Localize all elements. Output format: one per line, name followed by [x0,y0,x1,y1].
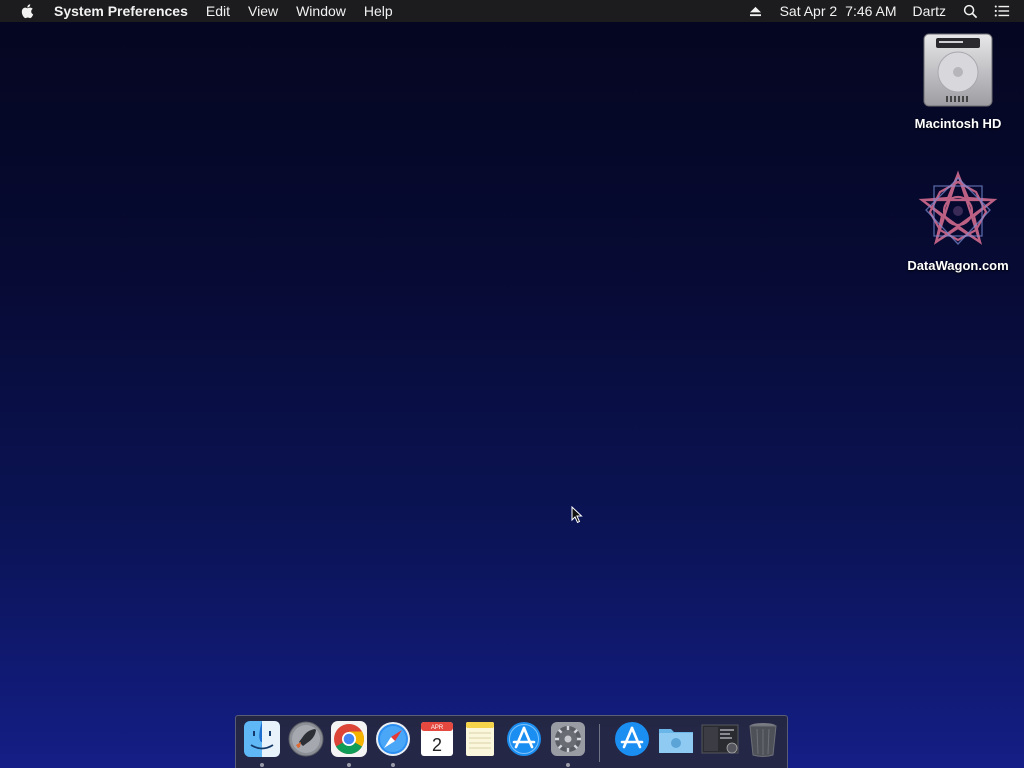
menu-app-name[interactable]: System Preferences [54,0,197,22]
launchpad-icon [288,721,323,757]
dock-item-calendar[interactable]: APR 2 [417,720,457,768]
running-indicator [260,763,264,767]
menu-view[interactable]: View [239,0,287,22]
menu-bar-left: System Preferences Edit View Window Help [0,0,740,22]
menu-date[interactable]: Sat Apr 2 [772,0,846,22]
hard-drive-icon [923,33,993,107]
dock-item-screenshot[interactable] [700,720,740,768]
apple-menu-icon[interactable] [20,3,36,19]
screenshot-thumbnail-icon [701,724,739,754]
finder-icon [243,721,280,757]
dock-item-trash[interactable] [743,720,783,768]
dock-item-finder[interactable] [242,720,282,768]
menu-window[interactable]: Window [287,0,355,22]
chrome-icon [331,721,368,757]
notification-center-icon[interactable] [994,3,1010,19]
desktop-icon-label: Macintosh HD [914,116,1002,131]
applications-folder-icon [615,722,650,756]
dock-item-safari[interactable] [373,720,413,768]
trash-icon [749,723,777,757]
dock-separator [599,724,601,762]
desktop-icon-label: DataWagon.com [907,258,1009,273]
mouse-pointer-icon [571,505,583,524]
menu-time[interactable]: 7:46 AM [845,0,904,22]
notes-icon [466,722,495,756]
running-indicator [347,763,352,767]
menu-edit[interactable]: Edit [197,0,239,22]
dock-item-chrome[interactable] [329,720,369,768]
menu-bar-right: Sat Apr 2 7:46 AM Dartz [740,0,1024,22]
menu-help[interactable]: Help [355,0,402,22]
menu-bar: System Preferences Edit View Window Help… [0,0,1024,22]
running-indicator [565,763,570,767]
datawagon-disk-icon [918,170,998,245]
dock-item-launchpad[interactable] [286,720,326,768]
dock-item-applications-folder[interactable] [612,720,652,768]
menu-user[interactable]: Dartz [905,0,954,22]
running-indicator [391,763,396,767]
downloads-folder-icon [658,729,693,753]
system-preferences-icon [550,722,585,756]
desktop-icon-macintosh-hd[interactable]: Macintosh HD [898,30,1018,131]
safari-icon [375,722,410,756]
app-store-icon [506,722,541,756]
eject-icon[interactable] [748,3,764,19]
calendar-month: APR [430,725,443,731]
dock-item-app-store[interactable] [504,720,544,768]
dock-item-downloads-folder[interactable] [656,720,696,768]
spotlight-search-icon[interactable] [962,3,978,19]
calendar-icon: APR 2 [420,722,453,756]
dock: APR 2 [235,715,788,768]
desktop-icon-datawagon[interactable]: DataWagon.com [898,170,1018,273]
dock-item-system-preferences[interactable] [548,720,588,768]
dock-item-notes[interactable] [460,720,500,768]
calendar-day: 2 [432,735,442,755]
